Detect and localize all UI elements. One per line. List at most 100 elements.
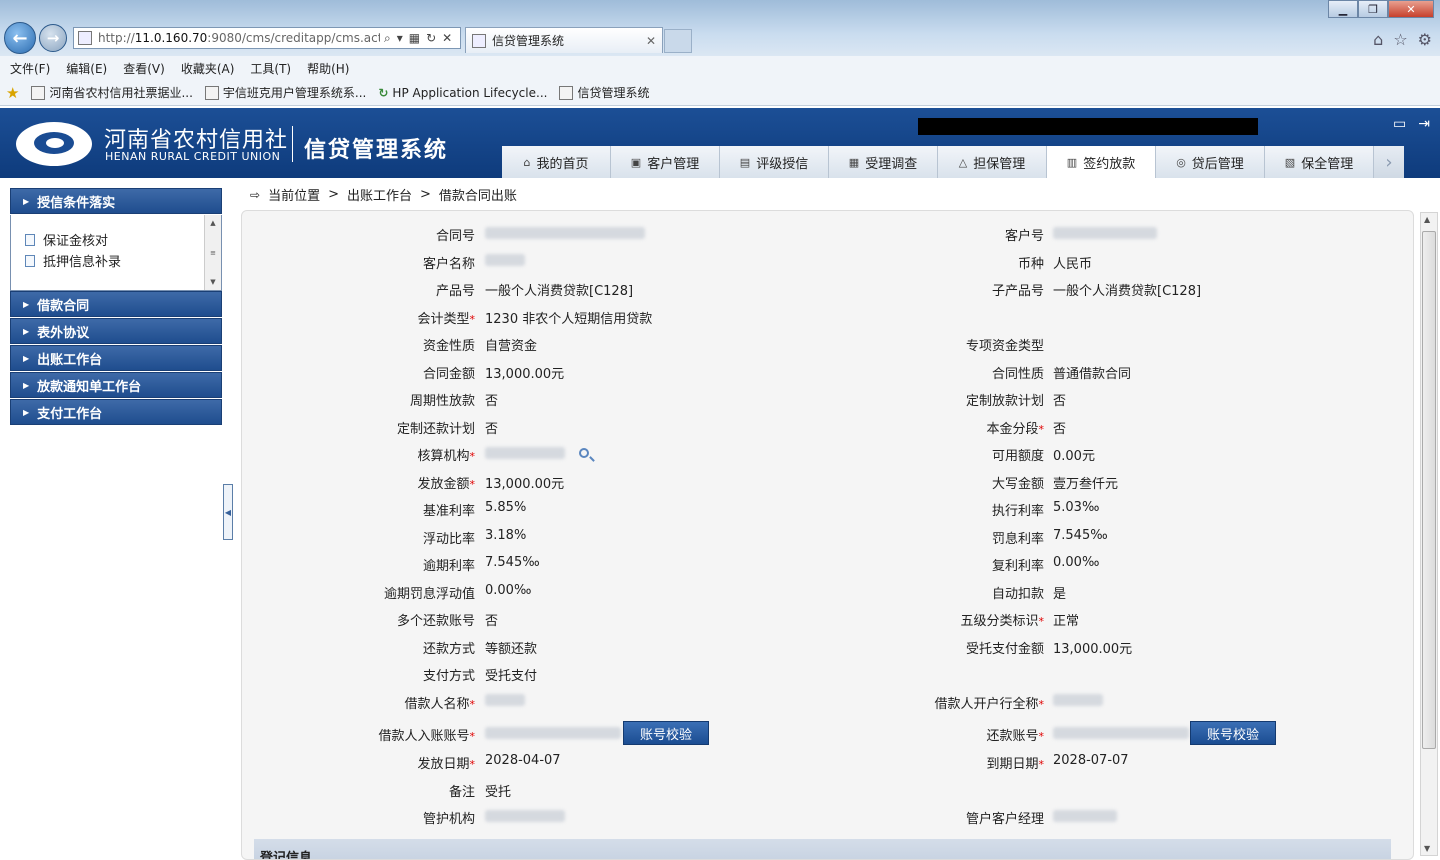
- scroll-thumb[interactable]: [1422, 231, 1436, 749]
- tab-survey[interactable]: ▦ 受理调查: [829, 146, 938, 178]
- browser-tab[interactable]: 信贷管理系统 ✕: [465, 27, 663, 53]
- sidebar-scrollbar[interactable]: ▲ ≡ ▼: [204, 215, 221, 290]
- back-icon[interactable]: ←: [4, 22, 36, 54]
- field-label: 借款人名称*: [404, 696, 475, 712]
- form-row: 基准利率 5.85% 执行利率 5.03‰: [242, 496, 1413, 524]
- required-mark: *: [469, 730, 476, 743]
- field-label: 浮动比率: [422, 531, 475, 547]
- sidebar-section-payment[interactable]: ▶ 支付工作台: [10, 399, 222, 425]
- nav-next-icon[interactable]: ›: [1374, 146, 1404, 178]
- restore-icon[interactable]: ❐: [1358, 0, 1388, 18]
- postloan-icon: ◎: [1176, 155, 1186, 169]
- field-label: 管户客户经理: [965, 812, 1044, 827]
- registration-section-header[interactable]: 登记信息: [254, 839, 1391, 859]
- sidebar-item-mortgage-supplement[interactable]: 抵押信息补录: [25, 250, 221, 271]
- field-label: 合同性质: [991, 366, 1044, 382]
- window-close-icon[interactable]: ✕: [1388, 0, 1434, 18]
- sidebar-section-loan-contract[interactable]: ▶ 借款合同: [10, 291, 222, 317]
- breadcrumb-link[interactable]: 出账工作台: [347, 185, 412, 204]
- sidebar-section-notice[interactable]: ▶ 放款通知单工作台: [10, 372, 222, 398]
- page-scrollbar[interactable]: ▲ ▼: [1420, 212, 1438, 856]
- sidebar-section-offbalance[interactable]: ▶ 表外协议: [10, 318, 222, 344]
- search-icon[interactable]: ⌕: [384, 31, 391, 46]
- form-row: 借款人入账账号* 账号校验 还款账号* 账号校验: [242, 716, 1413, 749]
- required-mark: *: [469, 758, 476, 771]
- field-label: 专项资金类型: [965, 339, 1044, 354]
- refresh-icon[interactable]: ↻: [426, 31, 436, 46]
- sidebar-section-open[interactable]: ▶ 授信条件落实: [10, 188, 222, 214]
- address-bar[interactable]: http://11.0.160.70:9080/cms/creditapp/cm…: [73, 27, 461, 49]
- favorite-link[interactable]: 信贷管理系统: [559, 84, 649, 101]
- tab-home[interactable]: ⌂ 我的首页: [502, 146, 611, 178]
- triangle-icon: ▶: [23, 299, 30, 309]
- address-url[interactable]: http://11.0.160.70:9080/cms/creditapp/cm…: [98, 31, 380, 45]
- dropdown-icon[interactable]: ▾: [397, 31, 403, 46]
- field-label: 子产品号: [991, 284, 1044, 299]
- page-favicon-icon: [78, 31, 92, 45]
- scroll-grip-icon[interactable]: ≡: [210, 249, 216, 257]
- location-icon: ⇨: [250, 187, 261, 202]
- sidebar-item-deposit-check[interactable]: 保证金核对: [25, 229, 221, 250]
- scroll-down-icon[interactable]: ▼: [210, 278, 215, 286]
- tab-preservation[interactable]: ▧ 保全管理: [1265, 146, 1374, 178]
- menu-file[interactable]: 文件(F): [10, 60, 50, 77]
- form-row: 会计类型* 1230 非农个人短期信用贷款: [242, 304, 1413, 332]
- scroll-up-icon[interactable]: ▲: [1424, 215, 1430, 224]
- favorites-star-icon[interactable]: ☆: [1393, 30, 1407, 49]
- field-label: 支付方式: [422, 669, 475, 684]
- redacted-info: [918, 118, 1258, 135]
- menu-tools[interactable]: 工具(T): [250, 60, 291, 77]
- contract-amount-value: 13,000.00元: [485, 366, 565, 382]
- favorite-link[interactable]: 河南省农村信用社票据业...: [31, 84, 193, 101]
- menu-view[interactable]: 查看(V): [123, 60, 165, 77]
- tab-close-icon[interactable]: ✕: [646, 34, 656, 48]
- forward-icon[interactable]: →: [39, 24, 67, 52]
- new-tab-button[interactable]: [664, 29, 692, 53]
- field-label: 备注: [448, 784, 475, 800]
- monitor-icon[interactable]: ▭: [1393, 116, 1406, 132]
- issue-date-value: 2028-04-07: [485, 753, 561, 768]
- favorite-link[interactable]: 宇信班克用户管理系统系...: [204, 84, 366, 101]
- stop-icon[interactable]: ✕: [442, 31, 452, 46]
- accounting-org-value: [485, 445, 589, 460]
- entrusted-amount-value: 13,000.00元: [1053, 641, 1133, 657]
- field-label: 定制还款计划: [396, 421, 475, 437]
- menu-edit[interactable]: 编辑(E): [66, 60, 107, 77]
- minimize-icon[interactable]: ▁: [1328, 0, 1358, 18]
- compat-icon[interactable]: ▦: [409, 31, 420, 46]
- tab-postloan[interactable]: ◎ 贷后管理: [1156, 146, 1265, 178]
- repay-account-check-button[interactable]: 账号校验: [1190, 721, 1276, 745]
- form-row: 合同号 客户号: [242, 221, 1413, 249]
- tab-guarantee[interactable]: △ 担保管理: [938, 146, 1047, 178]
- sidebar: ▶ 授信条件落实 保证金核对 抵押信息补录 ▲ ≡ ▼ ▶ 借款合同 ▶ 表外协议 ▶ 出账…: [10, 188, 222, 426]
- menu-favorites[interactable]: 收藏夹(A): [181, 60, 235, 77]
- logout-icon[interactable]: ⇥: [1418, 116, 1430, 132]
- fund-nature-value: 自营资金: [485, 339, 538, 354]
- form-row: 多个还款账号 否 五级分类标识* 正常: [242, 606, 1413, 634]
- settings-gear-icon[interactable]: ⚙: [1418, 30, 1432, 49]
- tab-contract[interactable]: ▥ 签约放款: [1047, 146, 1156, 178]
- scroll-up-icon[interactable]: ▲: [210, 219, 215, 227]
- form-row: 周期性放款 否 定制放款计划 否: [242, 386, 1413, 414]
- search-icon[interactable]: [579, 447, 589, 458]
- hp-icon: ↻: [378, 85, 389, 100]
- form-row: 管护机构 管户客户经理: [242, 804, 1413, 832]
- favorites-bar: ★ 河南省农村信用社票据业... 宇信班克用户管理系统系... ↻ HP Appl…: [0, 80, 1440, 106]
- favorites-star-icon[interactable]: ★: [6, 84, 19, 102]
- home-icon[interactable]: ⌂: [1373, 30, 1383, 49]
- remark-value: 受托: [485, 784, 512, 800]
- sidebar-collapse-icon[interactable]: ◀: [223, 484, 233, 540]
- page-icon: [31, 85, 46, 100]
- tab-customer[interactable]: ▣ 客户管理: [611, 146, 720, 178]
- required-mark: *: [1038, 730, 1045, 743]
- scroll-down-icon[interactable]: ▼: [1424, 844, 1430, 853]
- menu-help[interactable]: 帮助(H): [307, 60, 349, 77]
- tab-rating[interactable]: ▤ 评级授信: [720, 146, 829, 178]
- sidebar-section-disbursement[interactable]: ▶ 出账工作台: [10, 345, 222, 371]
- redacted-value: [485, 254, 525, 266]
- account-type-value: 1230 非农个人短期信用贷款: [485, 311, 653, 327]
- borrower-account-check-button[interactable]: 账号校验: [623, 721, 709, 745]
- available-value: 0.00元: [1053, 449, 1095, 464]
- favorite-link[interactable]: ↻ HP Application Lifecycle...: [378, 86, 547, 100]
- field-label: 核算机构*: [417, 449, 475, 464]
